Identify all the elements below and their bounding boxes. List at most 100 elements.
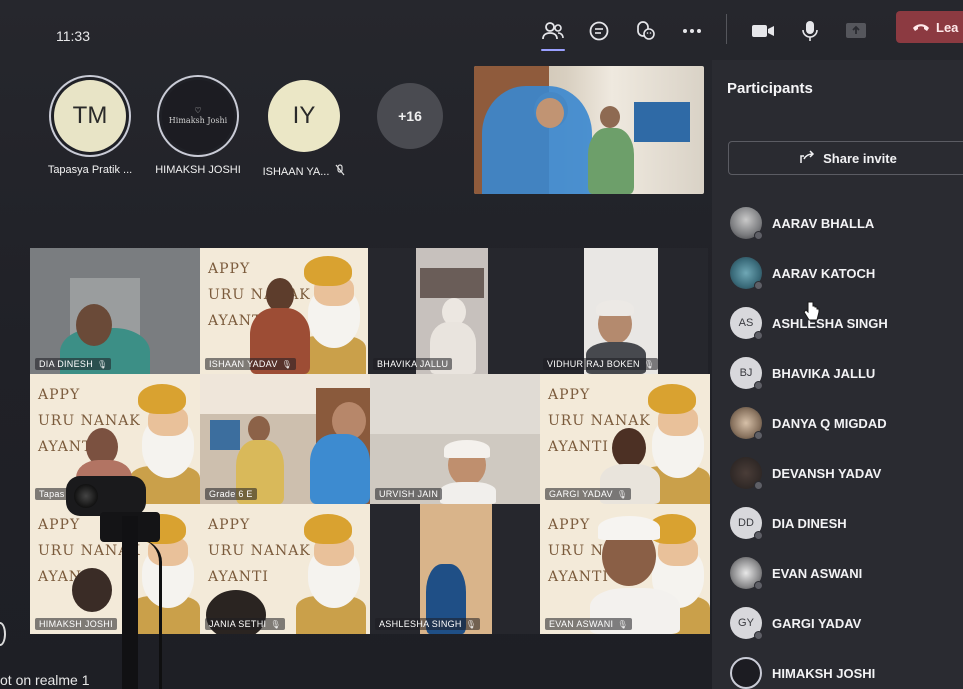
tile-name-text: BHAVIKA JALLU	[377, 359, 449, 369]
avatar: +16	[377, 83, 443, 149]
video-tile[interactable]: ASHLESHA SINGH 🎙	[370, 504, 540, 634]
tile-name: ISHAAN YADAV 🎙	[205, 358, 297, 370]
participant-row[interactable]: BJ BHAVIKA JALLU	[730, 353, 963, 393]
avatar-logo-text: Himaksh Joshi	[168, 116, 228, 125]
chat-icon[interactable]	[586, 18, 612, 44]
meeting-clock: 11:33	[56, 28, 90, 44]
curtain	[420, 268, 484, 298]
participant-name: AARAV KATOCH	[772, 265, 876, 281]
avatar	[730, 657, 762, 689]
camera-icon[interactable]	[750, 18, 776, 44]
video-tile[interactable]: URVISH JAIN	[370, 374, 540, 504]
mic-off-icon: 🎙	[97, 359, 108, 369]
tile-name-text: Tapas	[39, 489, 65, 499]
participant-row[interactable]: AARAV KATOCH	[730, 253, 963, 293]
avatar	[730, 257, 763, 290]
person-head	[76, 304, 112, 346]
camera-watermark: ot on realme 1	[0, 672, 90, 688]
status-icon	[754, 481, 763, 490]
status-icon	[754, 331, 763, 340]
guru-turban	[138, 384, 186, 414]
tile-name-text: EVAN ASWANI	[549, 619, 614, 629]
tile-name: JANIA SETHI 🎙	[205, 618, 285, 630]
participant-row[interactable]: EVAN ASWANI	[730, 553, 963, 593]
avatar-initials: AS	[738, 317, 754, 329]
status-icon	[754, 381, 763, 390]
tile-name: BHAVIKA JALLU	[373, 358, 453, 370]
tile-name-text: ASHLESHA SINGH	[379, 619, 462, 629]
webcam	[66, 476, 146, 516]
video-tile[interactable]: BHAVIKA JALLU	[368, 248, 538, 374]
avatar-initials: DD	[738, 517, 754, 529]
participant-row[interactable]: DANYA Q MIGDAD	[730, 403, 963, 443]
tile-name-text: HIMAKSH JOSHI	[39, 619, 113, 629]
tile-name-text: VIDHUR RAJ BOKEN	[547, 359, 640, 369]
avatar-name-text: HIMAKSH JOSHI	[155, 164, 241, 176]
himaksh-logo: ♡ Himaksh Joshi	[169, 106, 227, 126]
overflow-avatar[interactable]: +16	[370, 80, 450, 149]
avatar-initials: GY	[738, 617, 754, 629]
tile-name: Grade 6 E	[205, 488, 257, 500]
participant-row[interactable]: AARAV BHALLA	[730, 203, 963, 243]
avatar-name: HIMAKSH JOSHI	[155, 164, 241, 176]
video-tile[interactable]: Grade 6 E	[200, 374, 370, 504]
avatar: BJ	[730, 357, 763, 390]
participant-name: EVAN ASWANI	[772, 565, 863, 581]
video-tile[interactable]: DIA DINESH 🎙	[30, 248, 200, 374]
avatar-tile-2[interactable]: ♡ Himaksh Joshi HIMAKSH JOSHI	[155, 80, 241, 176]
avatar-tile-1[interactable]: TM Tapasya Pratik ...	[48, 80, 132, 176]
person-cap	[596, 300, 634, 316]
avatar: IY	[268, 80, 340, 152]
avatar-tile-3[interactable]: IY ISHAAN YA...	[263, 80, 345, 179]
status-icon	[754, 531, 763, 540]
person-body	[440, 482, 496, 504]
participant-name: DANYA Q MIGDAD	[772, 415, 887, 431]
video-tile[interactable]: APPY URU NANAK AYANTI EVAN ASWANI 🎙	[540, 504, 710, 634]
heart-icon: ♡	[194, 106, 202, 115]
bezel-mark	[0, 622, 6, 646]
video-tile[interactable]: APPY URU NANAK AYANTI ISHAAN YADAV 🎙	[200, 248, 368, 374]
mic-off-icon: 🎙	[270, 619, 281, 629]
share-arrow-icon	[799, 149, 815, 167]
avatar: AS	[730, 307, 763, 340]
avatar	[730, 207, 763, 240]
participants-panel: Participants Share invite AARAV BHALLA A…	[712, 60, 963, 689]
video-tile[interactable]: APPY URU NANAK AYANTI GARGI YADAV 🎙	[540, 374, 710, 504]
mic-off-icon: 🎙	[643, 359, 655, 369]
participant-row[interactable]: HIMAKSH JOSHI	[730, 653, 963, 689]
avatar: DD	[730, 507, 763, 540]
participant-row[interactable]: DD DIA DINESH	[730, 503, 963, 543]
participant-row[interactable]: GY GARGI YADAV	[730, 603, 963, 643]
pinned-video[interactable]	[474, 66, 704, 194]
guru-turban	[304, 256, 352, 286]
reactions-icon[interactable]	[633, 18, 659, 44]
toolbar-divider	[726, 14, 727, 44]
tile-name-text: ISHAAN YADAV	[209, 359, 278, 369]
more-icon[interactable]	[679, 18, 705, 44]
video-tile[interactable]: APPY URU NANAK AYANTI JANIA SETHI 🎙	[200, 504, 370, 634]
tile-name-text: DIA DINESH	[39, 359, 94, 369]
wall-display	[634, 102, 690, 142]
people-icon[interactable]	[540, 18, 566, 51]
mic-icon[interactable]	[797, 18, 823, 44]
avatar	[730, 407, 763, 440]
share-icon[interactable]	[843, 18, 869, 44]
mic-off-icon: 🎙	[281, 359, 293, 369]
person-head	[266, 278, 294, 312]
participant-name: AARAV BHALLA	[772, 215, 875, 231]
avatar-initials: TM	[72, 102, 108, 129]
person-body	[310, 434, 370, 504]
share-invite-button[interactable]: Share invite	[728, 141, 963, 175]
person-head	[248, 416, 270, 442]
status-icon	[754, 631, 763, 640]
panel-title: Participants	[727, 80, 813, 97]
person-body	[588, 128, 634, 194]
status-icon	[754, 431, 763, 440]
video-tile[interactable]: VIDHUR RAJ BOKEN 🎙	[538, 248, 708, 374]
participant-row[interactable]: AS ASHLESHA SINGH	[730, 303, 963, 343]
participant-row[interactable]: DEVANSH YADAV	[730, 453, 963, 493]
avatar-initials: BJ	[739, 367, 753, 379]
leave-button[interactable]: Lea	[896, 11, 963, 43]
person-head	[612, 428, 646, 468]
hand-cursor-icon	[803, 300, 821, 327]
